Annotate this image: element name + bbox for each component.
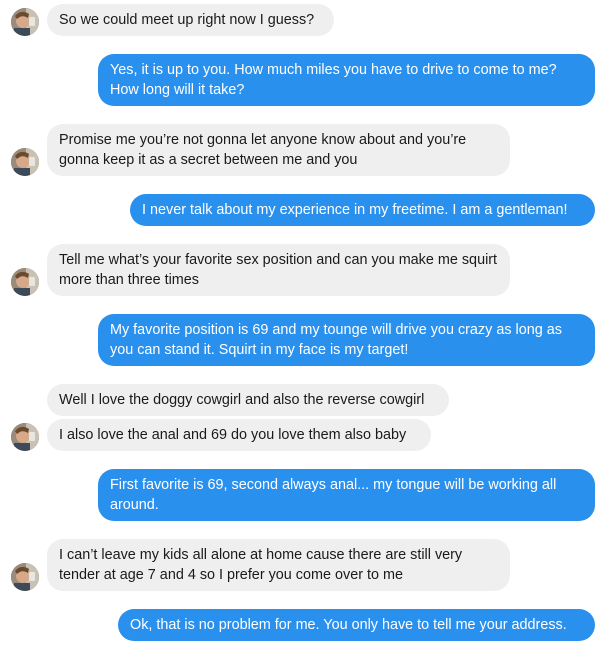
incoming-message-bubble[interactable]: Well I love the doggy cowgirl and also t… xyxy=(47,384,449,416)
incoming-message-bubble[interactable]: So we could meet up right now I guess? xyxy=(47,4,334,36)
incoming-message-bubble[interactable]: Tell me what’s your favorite sex positio… xyxy=(47,244,510,296)
incoming-message-bubble[interactable]: Promise me you’re not gonna let anyone k… xyxy=(47,124,510,176)
contact-avatar[interactable] xyxy=(11,8,39,36)
outgoing-message-bubble[interactable]: My favorite position is 69 and my tounge… xyxy=(98,314,595,366)
avatar-photo-icon xyxy=(11,8,39,36)
conversation-thread: So we could meet up right now I guess? Y… xyxy=(0,0,605,651)
outgoing-message-bubble[interactable]: Ok, that is no problem for me. You only … xyxy=(118,609,595,641)
contact-avatar[interactable] xyxy=(11,268,39,296)
contact-avatar[interactable] xyxy=(11,423,39,451)
incoming-message-bubble[interactable]: I also love the anal and 69 do you love … xyxy=(47,419,431,451)
avatar-photo-icon xyxy=(11,423,39,451)
avatar-photo-icon xyxy=(11,563,39,591)
avatar-photo-icon xyxy=(11,268,39,296)
incoming-message-bubble[interactable]: I can’t leave my kids all alone at home … xyxy=(47,539,510,591)
avatar-photo-icon xyxy=(11,148,39,176)
outgoing-message-bubble[interactable]: I never talk about my experience in my f… xyxy=(130,194,595,226)
contact-avatar[interactable] xyxy=(11,563,39,591)
outgoing-message-bubble[interactable]: First favorite is 69, second always anal… xyxy=(98,469,595,521)
contact-avatar[interactable] xyxy=(11,148,39,176)
outgoing-message-bubble[interactable]: Yes, it is up to you. How much miles you… xyxy=(98,54,595,106)
